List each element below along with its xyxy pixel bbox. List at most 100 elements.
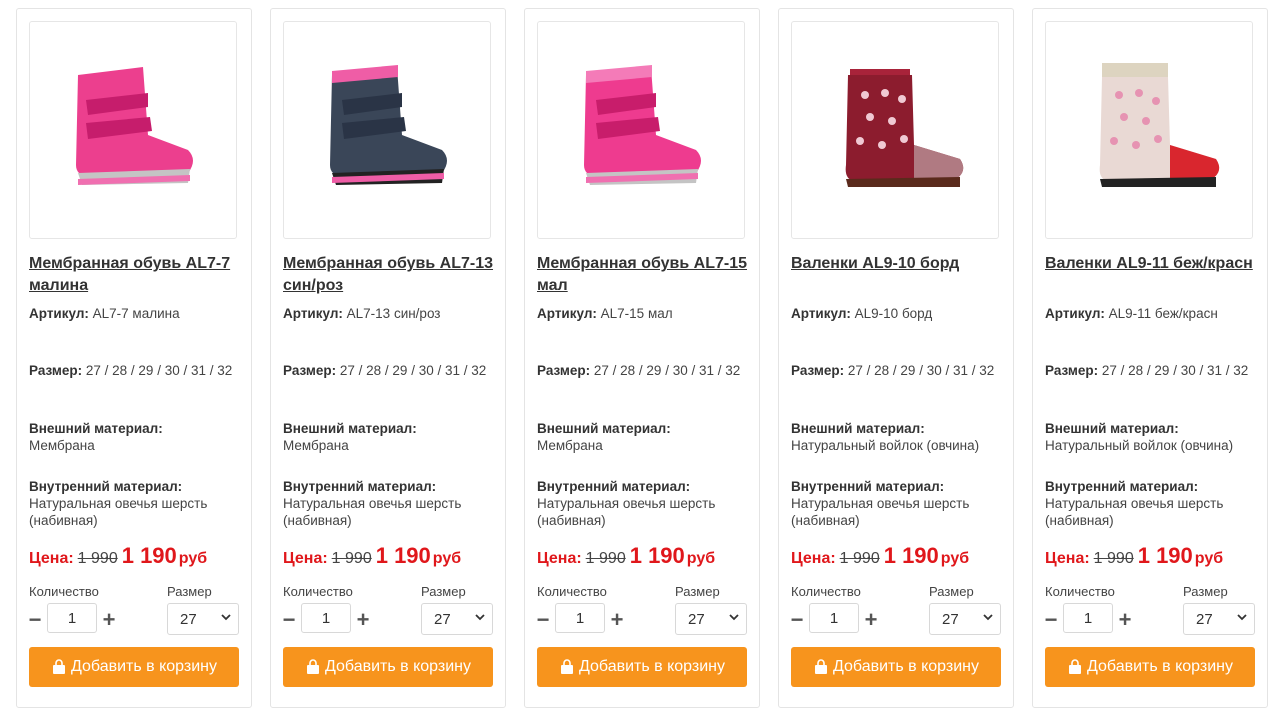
size-row: Размер: 27 / 28 / 29 / 30 / 31 / 32 xyxy=(1045,362,1257,379)
product-card: Валенки AL9-11 беж/красн Артикул: AL9-11… xyxy=(1032,8,1268,708)
inner-material-row: Внутренний материал: Натуральная овечья ш… xyxy=(1045,478,1257,529)
add-to-cart-button[interactable]: Добавить в корзину xyxy=(1045,647,1255,687)
size-select-label: Размер xyxy=(1183,584,1228,599)
product-image[interactable] xyxy=(1045,21,1253,239)
product-image[interactable] xyxy=(29,21,237,239)
article-row: Артикул: AL7-13 син/роз xyxy=(283,305,495,322)
outer-material-row: Внешний материал: Мембрана xyxy=(29,420,241,454)
old-price: 1 990 xyxy=(77,550,118,567)
quantity-input[interactable] xyxy=(47,603,97,633)
plus-icon[interactable]: + xyxy=(609,609,625,631)
boot-icon xyxy=(330,65,447,185)
old-price: 1 990 xyxy=(839,550,880,567)
plus-icon[interactable]: + xyxy=(355,609,371,631)
add-to-cart-label: Добавить в корзину xyxy=(70,658,217,675)
minus-icon[interactable]: − xyxy=(1043,609,1059,631)
article-value: AL7-13 син/роз xyxy=(346,306,441,321)
inner-material-row: Внутренний материал: Натуральная овечья ш… xyxy=(283,478,495,529)
size-select[interactable]: 27 xyxy=(675,603,747,635)
size-row: Размер: 27 / 28 / 29 / 30 / 31 / 32 xyxy=(29,362,241,379)
quantity-label: Количество xyxy=(537,584,607,599)
size-row: Размер: 27 / 28 / 29 / 30 / 31 / 32 xyxy=(537,362,749,379)
valenki-icon xyxy=(1099,63,1220,187)
quantity-input[interactable] xyxy=(809,603,859,633)
article-row: Артикул: AL7-15 мал xyxy=(537,305,749,322)
size-row: Размер: 27 / 28 / 29 / 30 / 31 / 32 xyxy=(283,362,495,379)
quantity-label: Количество xyxy=(29,584,99,599)
outer-label: Внешний материал: xyxy=(791,421,925,436)
add-to-cart-button[interactable]: Добавить в корзину xyxy=(283,647,493,687)
product-name-link[interactable]: Валенки AL9-10 борд xyxy=(791,253,1001,275)
quantity-label: Количество xyxy=(791,584,861,599)
chevron-down-icon xyxy=(475,614,485,621)
size-value: 27 / 28 / 29 / 30 / 31 / 32 xyxy=(593,363,741,378)
price-row: Цена: 1 990 1 190 руб xyxy=(537,543,757,569)
price-label: Цена: xyxy=(791,550,836,567)
size-select[interactable]: 27 xyxy=(1183,603,1255,635)
size-select-value: 27 xyxy=(434,611,451,628)
size-value: 27 / 28 / 29 / 30 / 31 / 32 xyxy=(1101,363,1249,378)
inner-value: Натуральная овечья шерсть (набивная) xyxy=(1045,496,1224,528)
size-value: 27 / 28 / 29 / 30 / 31 / 32 xyxy=(847,363,995,378)
outer-value: Натуральный войлок (овчина) xyxy=(1045,438,1234,453)
product-grid: Мембранная обувь AL7-7 малина Артикул: A… xyxy=(0,0,1280,708)
outer-value: Натуральный войлок (овчина) xyxy=(791,438,980,453)
product-card: Мембранная обувь AL7-7 малина Артикул: A… xyxy=(16,8,252,708)
inner-label: Внутренний материал: xyxy=(1045,479,1199,494)
product-name-link[interactable]: Валенки AL9-11 беж/красн xyxy=(1045,253,1255,275)
currency: руб xyxy=(686,550,716,567)
shopping-bag-icon xyxy=(560,659,573,674)
size-select[interactable]: 27 xyxy=(167,603,239,635)
outer-value: Мембрана xyxy=(29,438,95,453)
plus-icon[interactable]: + xyxy=(1117,609,1133,631)
article-value: AL9-10 борд xyxy=(854,306,933,321)
outer-material-row: Внешний материал: Натуральный войлок (овч… xyxy=(791,420,1003,454)
plus-icon[interactable]: + xyxy=(101,609,117,631)
price-label: Цена: xyxy=(29,550,74,567)
product-image[interactable] xyxy=(791,21,999,239)
size-select[interactable]: 27 xyxy=(421,603,493,635)
minus-icon[interactable]: − xyxy=(789,609,805,631)
product-name-link[interactable]: Мембранная обувь AL7-15 мал xyxy=(537,253,747,297)
new-price: 1 190 xyxy=(883,543,939,568)
quantity-input[interactable] xyxy=(1063,603,1113,633)
minus-icon[interactable]: − xyxy=(27,609,43,631)
chevron-down-icon xyxy=(1237,614,1247,621)
inner-value: Натуральная овечья шерсть (набивная) xyxy=(791,496,970,528)
outer-material-row: Внешний материал: Мембрана xyxy=(537,420,749,454)
quantity-input[interactable] xyxy=(301,603,351,633)
article-label: Артикул: xyxy=(29,306,89,321)
size-label: Размер: xyxy=(537,363,591,378)
quantity-input[interactable] xyxy=(555,603,605,633)
price-label: Цена: xyxy=(1045,550,1090,567)
size-select-label: Размер xyxy=(675,584,720,599)
currency: руб xyxy=(940,550,970,567)
size-select-value: 27 xyxy=(688,611,705,628)
old-price: 1 990 xyxy=(331,550,372,567)
old-price: 1 990 xyxy=(585,550,626,567)
outer-label: Внешний материал: xyxy=(537,421,671,436)
minus-icon[interactable]: − xyxy=(535,609,551,631)
old-price: 1 990 xyxy=(1093,550,1134,567)
product-image[interactable] xyxy=(283,21,491,239)
plus-icon[interactable]: + xyxy=(863,609,879,631)
add-to-cart-button[interactable]: Добавить в корзину xyxy=(537,647,747,687)
currency: руб xyxy=(1194,550,1224,567)
boot-icon xyxy=(76,67,193,185)
boot-icon xyxy=(584,65,701,185)
minus-icon[interactable]: − xyxy=(281,609,297,631)
size-select-label: Размер xyxy=(421,584,466,599)
size-select-label: Размер xyxy=(929,584,974,599)
product-name-link[interactable]: Мембранная обувь AL7-7 малина xyxy=(29,253,239,297)
size-select[interactable]: 27 xyxy=(929,603,1001,635)
outer-value: Мембрана xyxy=(283,438,349,453)
add-to-cart-button[interactable]: Добавить в корзину xyxy=(29,647,239,687)
inner-label: Внутренний материал: xyxy=(537,479,691,494)
product-image[interactable] xyxy=(537,21,745,239)
size-select-value: 27 xyxy=(1196,611,1213,628)
product-name-link[interactable]: Мембранная обувь AL7-13 син/роз xyxy=(283,253,493,297)
outer-label: Внешний материал: xyxy=(283,421,417,436)
add-to-cart-button[interactable]: Добавить в корзину xyxy=(791,647,1001,687)
add-to-cart-label: Добавить в корзину xyxy=(578,658,725,675)
new-price: 1 190 xyxy=(1137,543,1193,568)
